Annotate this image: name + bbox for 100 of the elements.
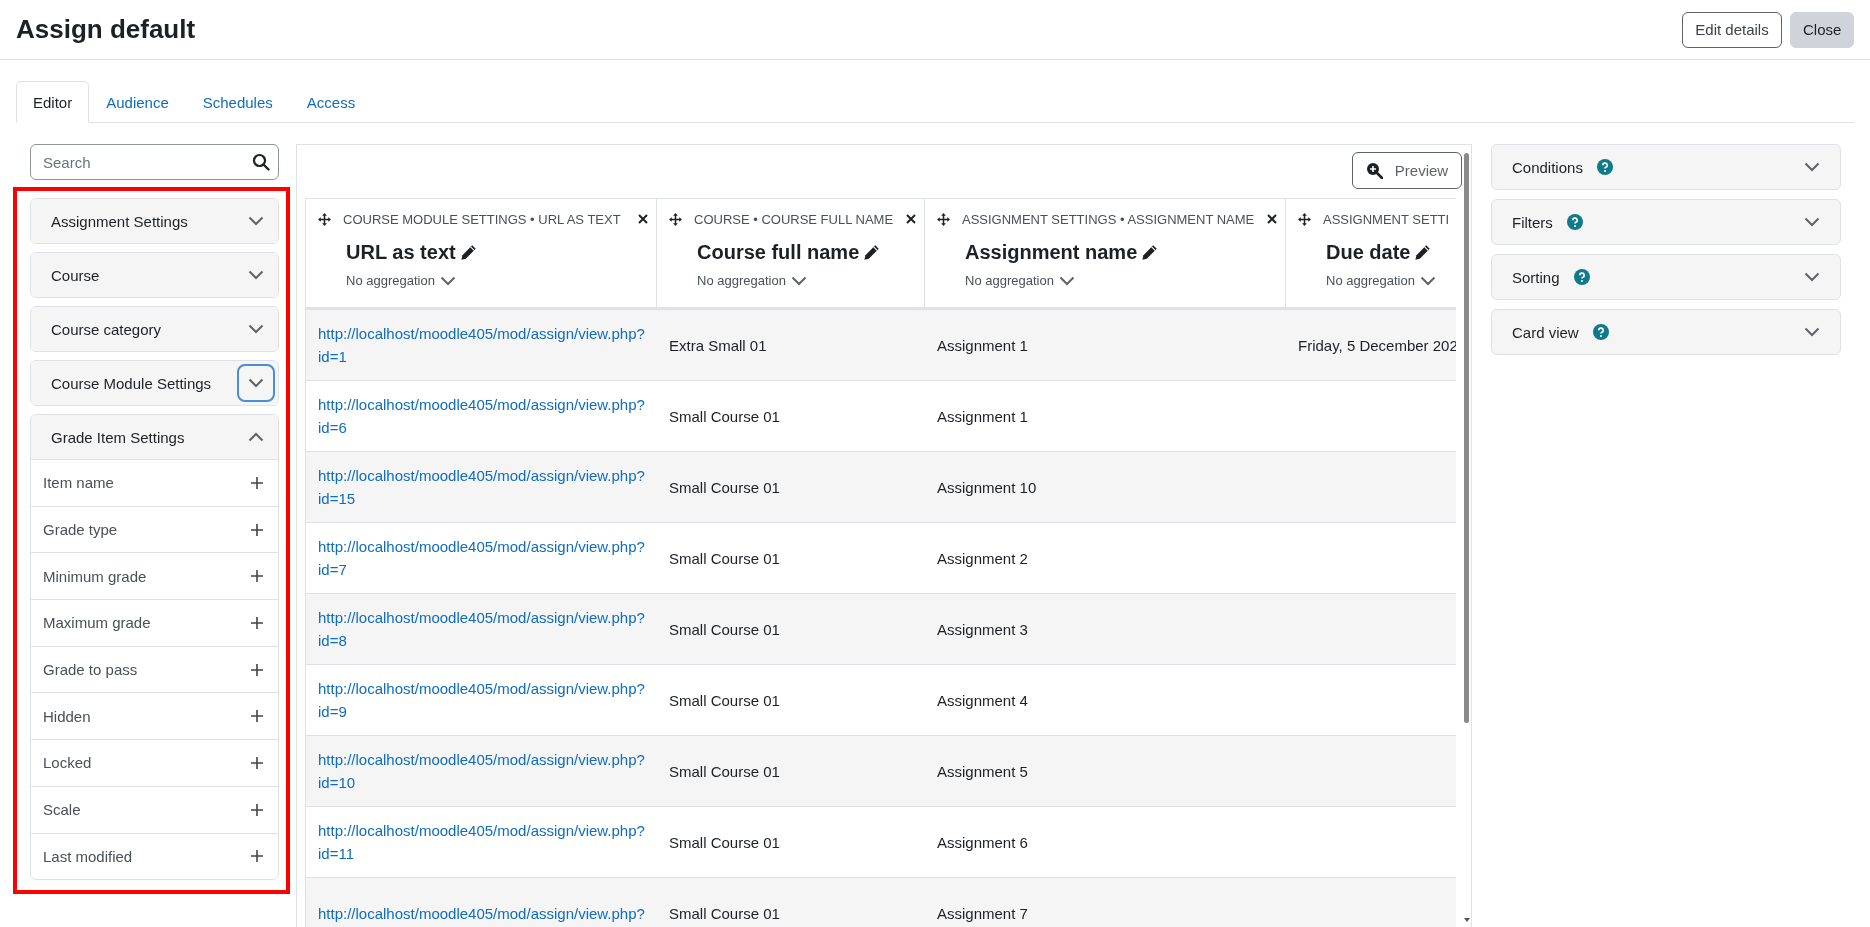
table-cell: Assignment 1 xyxy=(937,336,1028,354)
chevron-up-icon xyxy=(248,432,264,442)
edit-button[interactable]: Edit details xyxy=(1682,11,1782,48)
table-cell: Small Course 01 xyxy=(669,620,780,638)
column-title: Assignment name xyxy=(965,241,1138,264)
table-cell: Small Course 01 xyxy=(669,762,780,780)
field-option[interactable]: Locked xyxy=(31,739,278,786)
column-title: Course full name xyxy=(697,241,860,264)
plus-icon[interactable] xyxy=(251,803,263,816)
plus-icon[interactable] xyxy=(251,523,263,536)
pencil-icon[interactable] xyxy=(1414,244,1432,261)
aggregation-dropdown[interactable]: No aggregation xyxy=(1326,273,1436,288)
toggle-button[interactable] xyxy=(237,364,275,402)
close-icon[interactable] xyxy=(906,214,916,224)
move-icon[interactable] xyxy=(1298,212,1311,226)
table-cell: Assignment 5 xyxy=(937,762,1028,780)
plus-icon[interactable] xyxy=(251,850,263,863)
move-icon[interactable] xyxy=(669,212,682,226)
chevron-down-icon xyxy=(1804,162,1820,172)
plus-icon[interactable] xyxy=(251,476,263,489)
card-title[interactable]: Card view xyxy=(1512,323,1579,341)
plus-icon[interactable] xyxy=(251,616,263,629)
aggregation-dropdown[interactable]: No aggregation xyxy=(346,273,456,288)
column-source: ASSIGNMENT SETTI xyxy=(1323,211,1450,227)
close-button[interactable]: Close xyxy=(1790,11,1854,48)
chevron-down-icon xyxy=(248,324,264,334)
url-link[interactable]: http://localhost/moodle405/mod/assign/view.php?id=6 xyxy=(318,393,649,439)
table-cell: Assignment 3 xyxy=(937,620,1028,638)
move-icon[interactable] xyxy=(937,212,950,226)
field-option[interactable]: Last modified xyxy=(31,832,278,880)
url-link[interactable]: http://localhost/moodle405/mod/assign/view.php?id=9 xyxy=(318,677,649,723)
close-icon[interactable] xyxy=(1267,214,1277,224)
column-source: COURSE • COURSE FULL NAME xyxy=(694,211,894,227)
plus-icon[interactable] xyxy=(251,756,263,769)
url-link[interactable]: http://localhost/moodle405/mod/assign/view.php?id=11 xyxy=(318,819,649,865)
move-icon[interactable] xyxy=(318,212,331,226)
field-option[interactable]: Grade type xyxy=(31,505,278,553)
chevron-down-icon xyxy=(1804,217,1820,227)
scroll-arrow-icon[interactable] xyxy=(1463,917,1471,923)
field-option[interactable]: Item name xyxy=(31,459,278,506)
pencil-icon[interactable] xyxy=(863,244,881,261)
page-title: Assign default xyxy=(16,14,196,45)
table-cell: Small Course 01 xyxy=(669,691,780,709)
plus-icon[interactable] xyxy=(251,663,263,676)
chevron-down-icon xyxy=(1804,327,1820,337)
pencil-icon[interactable] xyxy=(1141,244,1159,261)
field-option[interactable]: Hidden xyxy=(31,692,278,740)
card-title[interactable]: Course xyxy=(51,266,100,284)
tab[interactable]: Editor xyxy=(16,81,90,123)
preview-button[interactable]: Preview xyxy=(1352,152,1462,189)
chevron-down-icon xyxy=(439,275,456,286)
card-title[interactable]: Filters xyxy=(1512,213,1553,231)
help-icon[interactable] xyxy=(1573,269,1590,285)
table-cell: Small Course 01 xyxy=(669,407,780,425)
card-title[interactable]: Conditions xyxy=(1512,158,1583,176)
close-icon[interactable] xyxy=(638,214,648,224)
zoom-in-icon xyxy=(1365,162,1383,179)
tab[interactable]: Audience xyxy=(89,81,186,123)
table-cell: Extra Small 01 xyxy=(669,336,767,354)
plus-icon[interactable] xyxy=(251,570,263,583)
url-link[interactable]: http://localhost/moodle405/mod/assign/view.php?id=8 xyxy=(318,606,649,652)
pencil-icon[interactable] xyxy=(459,244,477,261)
table-cell: Small Course 01 xyxy=(669,478,780,496)
plus-icon[interactable] xyxy=(251,710,263,723)
column-source: ASSIGNMENT SETTINGS • ASSIGNMENT NAME xyxy=(962,211,1255,227)
tab[interactable]: Schedules xyxy=(185,81,290,123)
help-icon[interactable] xyxy=(1596,159,1613,175)
aggregation-dropdown[interactable]: No aggregation xyxy=(965,273,1075,288)
column-title: Due date xyxy=(1326,241,1411,264)
url-link[interactable]: http://localhost/moodle405/mod/assign/view.php?id=10 xyxy=(318,748,649,794)
column-source: COURSE MODULE SETTINGS • URL AS TEXT xyxy=(343,211,622,227)
table-cell: Assignment 7 xyxy=(937,904,1028,922)
chevron-down-icon xyxy=(248,216,264,226)
card-title[interactable]: Course category xyxy=(51,320,162,338)
field-option[interactable]: Maximum grade xyxy=(31,599,278,646)
search-icon xyxy=(252,153,270,171)
field-option[interactable]: Grade to pass xyxy=(31,645,278,693)
field-option[interactable]: Scale xyxy=(31,785,278,833)
table-cell: Assignment 4 xyxy=(937,691,1028,709)
tab[interactable]: Access xyxy=(289,81,373,123)
aggregation-dropdown[interactable]: No aggregation xyxy=(697,273,807,288)
help-icon[interactable] xyxy=(1592,324,1609,340)
table-cell: Small Course 01 xyxy=(669,549,780,567)
help-icon[interactable] xyxy=(1566,214,1583,230)
url-link[interactable]: http://localhost/moodle405/mod/assign/view.php?id=15 xyxy=(318,464,649,510)
table-cell: Small Course 01 xyxy=(669,904,780,922)
url-link[interactable]: http://localhost/moodle405/mod/assign/view.php?id=1 xyxy=(318,322,649,368)
chevron-down-icon xyxy=(248,270,264,280)
field-option[interactable]: Minimum grade xyxy=(31,552,278,600)
url-link[interactable]: http://localhost/moodle405/mod/assign/view.php?id=7 xyxy=(318,535,649,581)
table-cell: Assignment 10 xyxy=(937,478,1037,496)
chevron-down-icon xyxy=(1419,275,1436,286)
table-cell: Small Course 01 xyxy=(669,833,780,851)
url-link[interactable]: http://localhost/moodle405/mod/assign/view.php? xyxy=(318,901,645,925)
table-cell: Assignment 1 xyxy=(937,407,1028,425)
chevron-down-icon xyxy=(790,275,807,286)
table-cell: Assignment 2 xyxy=(937,549,1028,567)
column-title: URL as text xyxy=(346,241,456,264)
search-field[interactable]: Search xyxy=(30,144,279,180)
card-title[interactable]: Sorting xyxy=(1512,268,1560,286)
